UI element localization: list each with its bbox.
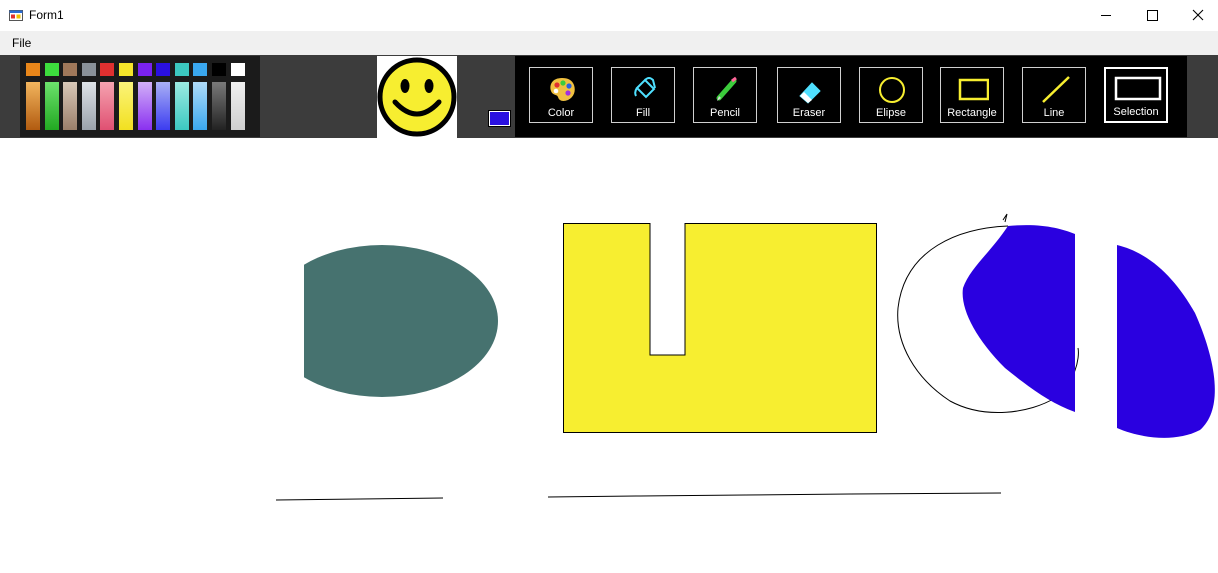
tool-pencil-button[interactable]: Pencil [693,67,757,123]
palette-swatch-top[interactable] [63,63,78,76]
tool-rectangle-button[interactable]: Rectangle [940,67,1004,123]
tool-ellipse-label: Elipse [876,107,906,119]
app-icon [9,10,23,21]
tool-pencil-label: Pencil [710,107,740,119]
palette-swatch-shades[interactable] [174,82,189,130]
title-bar: Form1 [0,0,1218,31]
tool-line-label: Line [1043,107,1065,119]
tool-rectangle-label: Rectangle [947,107,997,119]
tool-eraser-label: Eraser [792,107,826,119]
minimize-button[interactable] [1083,0,1129,31]
palette-swatch-shades[interactable] [156,82,171,130]
palette-swatch-shades[interactable] [230,82,245,130]
close-icon [1192,9,1204,21]
palette-swatch-top[interactable] [26,63,40,76]
palette-swatch-top[interactable] [44,63,59,76]
tool-line-button[interactable]: Line [1022,67,1086,123]
rectangle-icon [958,78,989,101]
tool-selection-label: Selection [1113,106,1159,118]
tool-ellipse-button[interactable]: Elipse [859,67,923,123]
paint-bucket-icon [634,77,656,99]
freehand-tail-shape [1002,213,1008,223]
palette-swatch-top[interactable] [81,63,96,76]
tool-eraser-button[interactable]: Eraser [777,67,841,123]
maximize-icon [1147,10,1158,21]
palette-swatch-shades[interactable] [119,82,133,130]
close-button[interactable] [1175,0,1218,31]
palette-icon [550,78,575,101]
palette-swatch-top[interactable] [174,63,189,76]
menu-file[interactable]: File [12,36,31,50]
palette-swatch-shades[interactable] [137,82,152,130]
tool-fill-button[interactable]: Fill [611,67,675,123]
palette-swatch-top[interactable] [119,63,133,76]
palette-swatch-top[interactable] [212,63,226,76]
palette-swatch-shades[interactable] [212,82,226,130]
ellipse-icon [879,77,905,103]
palette-swatch-shades[interactable] [100,82,115,130]
drawing-surface [275,213,1215,501]
current-color-swatch[interactable] [488,110,511,127]
tool-panel: Color Fill Pencil Eraser Elipse Rectangl… [515,56,1187,137]
tool-color-label: Color [547,107,575,119]
palette-swatch-shades[interactable] [26,82,40,130]
palette-swatch-top[interactable] [156,63,171,76]
tool-fill-label: Fill [635,107,651,119]
palette-swatch-shades[interactable] [63,82,78,130]
palette-swatch-top[interactable] [193,63,208,76]
blue-ellipse-right-part [1117,245,1215,438]
smiley-icon [377,57,457,137]
eraser-icon [799,82,821,104]
teal-ellipse-shape [304,245,498,397]
palette-swatch-shades[interactable] [44,82,59,130]
drawn-line-1 [275,497,444,501]
selection-icon [1114,76,1162,101]
color-palette [20,56,260,137]
yellow-rectangle-shape [563,223,877,433]
line-icon [1042,76,1070,103]
tool-color-button[interactable]: Color [529,67,593,123]
toolbar: Color Fill Pencil Eraser Elipse Rectangl… [0,55,1218,138]
palette-swatch-top[interactable] [100,63,115,76]
palette-swatch-top[interactable] [230,63,245,76]
drawing-canvas[interactable] [0,138,1218,568]
menu-bar: File [0,31,1218,55]
minimize-icon [1101,15,1111,16]
maximize-button[interactable] [1129,0,1175,31]
smiley-preview [377,56,457,138]
palette-swatch-shades[interactable] [81,82,96,130]
blue-ellipse-left-part [962,225,1075,412]
window-title: Form1 [29,8,64,22]
palette-swatch-top[interactable] [137,63,152,76]
tool-selection-button[interactable]: Selection [1104,67,1168,123]
palette-swatch-shades[interactable] [193,82,208,130]
pencil-icon [716,76,737,101]
drawn-line-2 [547,492,1002,498]
